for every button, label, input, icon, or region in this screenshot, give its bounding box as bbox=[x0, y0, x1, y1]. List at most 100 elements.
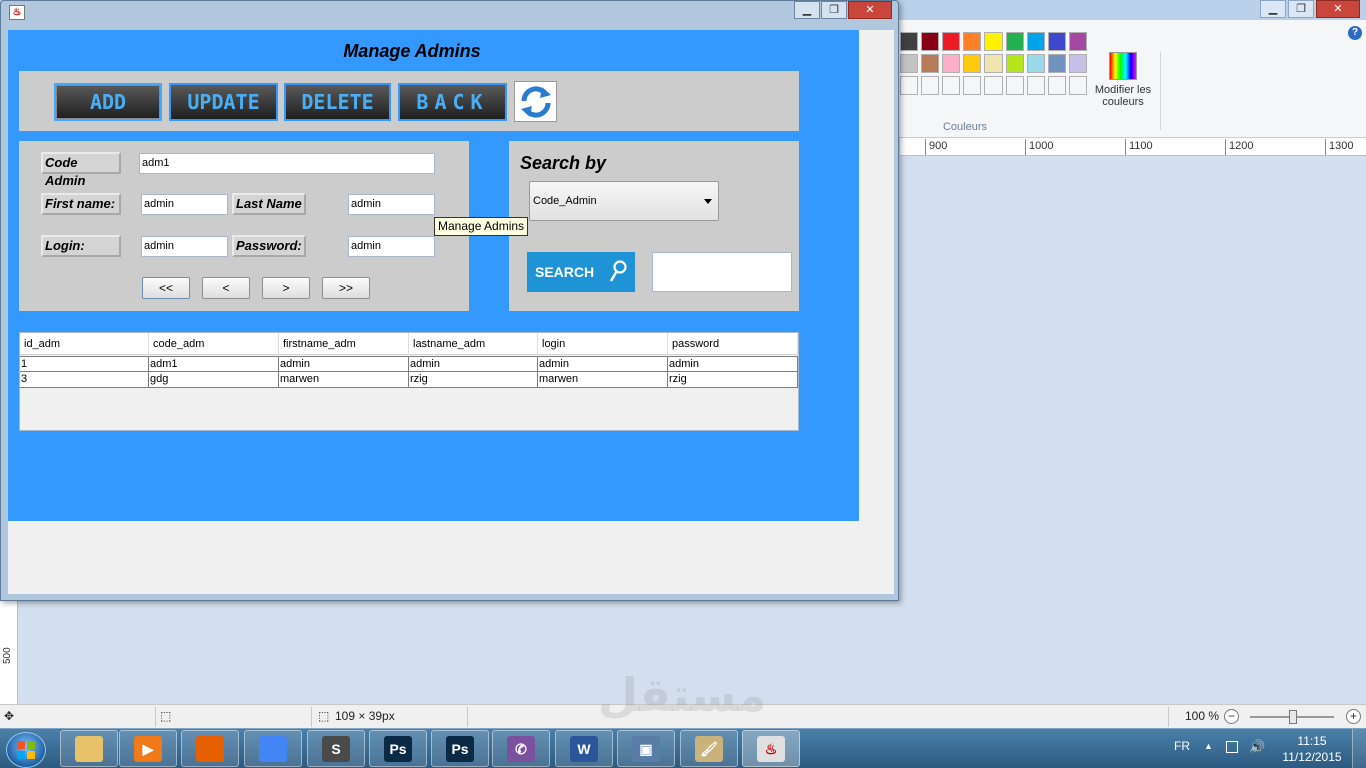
taskbar-viber-button[interactable]: ✆ bbox=[492, 730, 550, 767]
color-swatch[interactable] bbox=[963, 54, 982, 73]
cursor-position-icon: ✥ bbox=[4, 709, 15, 723]
paint-close-button[interactable]: ✕ bbox=[1316, 0, 1360, 18]
color-swatch[interactable] bbox=[900, 32, 919, 51]
taskbar-firefox-button[interactable] bbox=[181, 730, 239, 767]
volume-icon[interactable]: 🔊 bbox=[1249, 739, 1265, 755]
table-cell[interactable]: admin bbox=[538, 357, 668, 373]
color-swatch[interactable] bbox=[1068, 54, 1087, 73]
code-admin-field[interactable]: adm1 bbox=[139, 153, 435, 174]
color-swatch[interactable] bbox=[984, 54, 1003, 73]
taskbar-virtualbox-button[interactable]: ▣ bbox=[617, 730, 675, 767]
table-cell[interactable]: 1 bbox=[20, 357, 149, 373]
taskbar-sublime-text-button[interactable]: S bbox=[307, 730, 365, 767]
color-swatch[interactable] bbox=[900, 76, 919, 95]
taskbar-explorer-button[interactable] bbox=[60, 730, 118, 767]
color-swatch[interactable] bbox=[984, 76, 1003, 95]
column-header[interactable]: password bbox=[668, 333, 798, 355]
taskbar-paint-button[interactable]: 🖌 bbox=[680, 730, 738, 767]
column-header[interactable]: id_adm bbox=[20, 333, 149, 355]
column-header[interactable]: login bbox=[538, 333, 668, 355]
paint-maximize-button[interactable]: ❐ bbox=[1288, 0, 1314, 18]
first-name-field[interactable]: admin bbox=[141, 194, 228, 215]
page-title: Manage Admins bbox=[343, 41, 481, 61]
color-swatch[interactable] bbox=[921, 32, 940, 51]
first-record-button[interactable]: << bbox=[142, 277, 190, 299]
color-swatch[interactable] bbox=[900, 54, 919, 73]
zoom-slider-thumb[interactable] bbox=[1289, 710, 1297, 724]
zoom-in-button[interactable]: + bbox=[1346, 709, 1361, 724]
chrome-icon bbox=[259, 735, 287, 762]
table-cell[interactable]: 3 bbox=[20, 372, 149, 388]
table-row[interactable]: 1 adm1 admin admin admin admin bbox=[20, 356, 798, 373]
color-swatch[interactable] bbox=[1026, 32, 1045, 51]
search-input[interactable] bbox=[652, 252, 792, 292]
color-swatch[interactable] bbox=[942, 54, 961, 73]
delete-button[interactable]: DELETE bbox=[284, 83, 391, 121]
taskbar-photoshop-button[interactable]: Ps bbox=[369, 730, 427, 767]
close-button[interactable]: ✕ bbox=[848, 1, 892, 19]
table-cell[interactable]: marwen bbox=[538, 372, 668, 388]
table-cell[interactable]: admin bbox=[409, 357, 538, 373]
refresh-button[interactable] bbox=[514, 81, 557, 122]
help-icon[interactable]: ? bbox=[1348, 26, 1362, 40]
start-button[interactable] bbox=[6, 732, 46, 768]
network-icon[interactable] bbox=[1226, 741, 1238, 753]
table-cell[interactable]: gdg bbox=[149, 372, 279, 388]
color-swatch[interactable] bbox=[1068, 32, 1087, 51]
table-cell[interactable]: rzig bbox=[409, 372, 538, 388]
color-swatch[interactable] bbox=[942, 32, 961, 51]
table-row[interactable]: 3 gdg marwen rzig marwen rzig bbox=[20, 372, 798, 388]
code-admin-label: Code Admin bbox=[41, 152, 121, 188]
search-button[interactable]: SEARCH bbox=[527, 252, 635, 292]
show-desktop-button[interactable] bbox=[1352, 729, 1366, 768]
color-swatch[interactable] bbox=[984, 32, 1003, 51]
taskbar-chrome-button[interactable] bbox=[244, 730, 302, 767]
color-swatch[interactable] bbox=[1005, 54, 1024, 73]
color-swatch[interactable] bbox=[921, 76, 940, 95]
previous-record-button[interactable]: < bbox=[202, 277, 250, 299]
language-indicator[interactable]: FR bbox=[1174, 739, 1190, 753]
update-button[interactable]: UPDATE bbox=[169, 83, 278, 121]
table-cell[interactable]: adm1 bbox=[149, 357, 279, 373]
taskbar-java-button[interactable]: ♨ bbox=[742, 730, 800, 767]
search-by-select[interactable]: Code_Admin bbox=[529, 181, 719, 221]
column-header[interactable]: code_adm bbox=[149, 333, 279, 355]
back-button[interactable]: BACK bbox=[398, 83, 507, 121]
table-cell[interactable]: admin bbox=[668, 357, 798, 373]
edit-colors-button[interactable]: Modifier les couleurs bbox=[1090, 52, 1156, 108]
color-swatch[interactable] bbox=[1026, 76, 1045, 95]
add-button[interactable]: ADD bbox=[54, 83, 162, 121]
color-swatch[interactable] bbox=[921, 54, 940, 73]
minimize-button[interactable]: ▁ bbox=[794, 1, 820, 19]
color-swatch[interactable] bbox=[963, 32, 982, 51]
paint-minimize-button[interactable]: ▁ bbox=[1260, 0, 1286, 18]
color-swatch[interactable] bbox=[1047, 32, 1066, 51]
last-name-field[interactable]: admin bbox=[348, 194, 435, 215]
password-label: Password: bbox=[232, 235, 306, 257]
color-swatch[interactable] bbox=[1047, 76, 1066, 95]
color-swatch[interactable] bbox=[1047, 54, 1066, 73]
clock[interactable]: 11:15 11/12/2015 bbox=[1280, 733, 1344, 765]
color-swatch[interactable] bbox=[963, 76, 982, 95]
column-header[interactable]: firstname_adm bbox=[279, 333, 409, 355]
taskbar-media-player-button[interactable]: ▶ bbox=[119, 730, 177, 767]
show-hidden-icons-icon[interactable]: ▲ bbox=[1204, 741, 1213, 751]
table-cell[interactable]: rzig bbox=[668, 372, 798, 388]
column-header[interactable]: lastname_adm bbox=[409, 333, 538, 355]
last-record-button[interactable]: >> bbox=[322, 277, 370, 299]
photoshop-2-icon: Ps bbox=[446, 735, 474, 762]
next-record-button[interactable]: > bbox=[262, 277, 310, 299]
table-cell[interactable]: marwen bbox=[279, 372, 409, 388]
maximize-button[interactable]: ❐ bbox=[821, 1, 847, 19]
taskbar-word-button[interactable]: W bbox=[555, 730, 613, 767]
color-swatch[interactable] bbox=[1005, 76, 1024, 95]
password-field[interactable]: admin bbox=[348, 236, 435, 257]
color-swatch[interactable] bbox=[942, 76, 961, 95]
color-swatch[interactable] bbox=[1026, 54, 1045, 73]
taskbar-photoshop-2-button[interactable]: Ps bbox=[431, 730, 489, 767]
table-cell[interactable]: admin bbox=[279, 357, 409, 373]
login-field[interactable]: admin bbox=[141, 236, 228, 257]
color-swatch[interactable] bbox=[1005, 32, 1024, 51]
zoom-out-button[interactable]: − bbox=[1224, 709, 1239, 724]
color-swatch[interactable] bbox=[1068, 76, 1087, 95]
